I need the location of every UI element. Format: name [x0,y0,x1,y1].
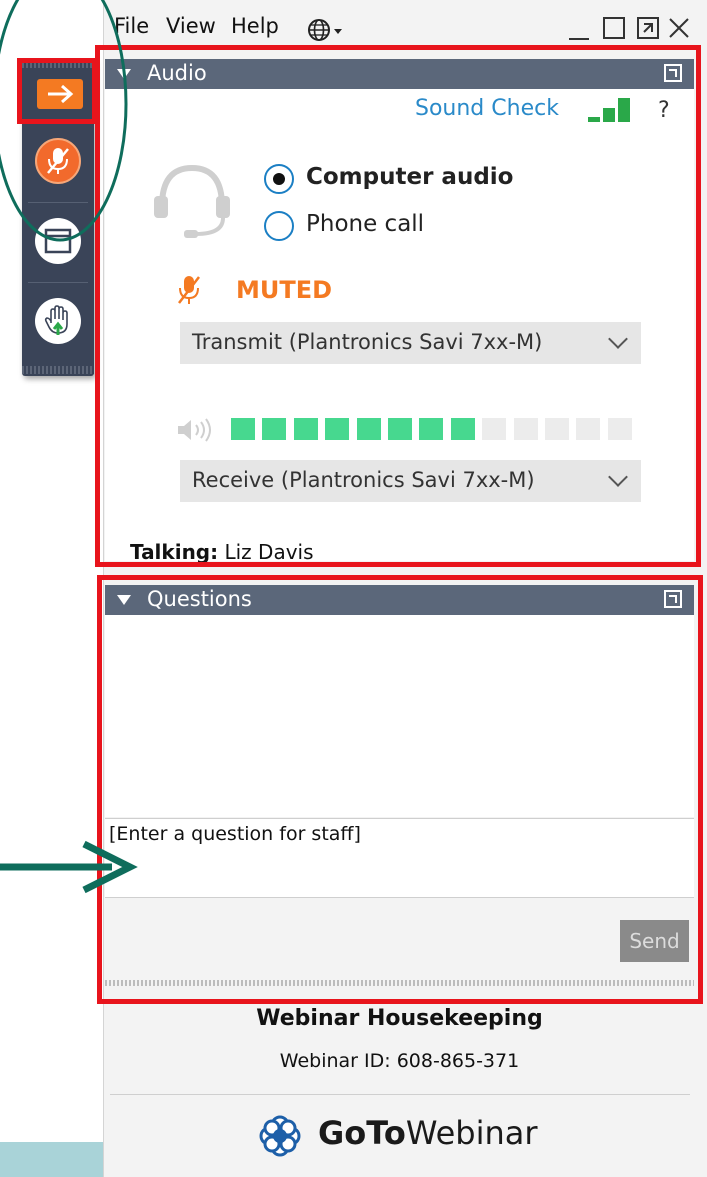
toolbar-grip-bottom[interactable] [22,366,94,374]
close-icon[interactable] [668,17,690,39]
callout-arrow [0,840,138,894]
footer-divider [110,1094,690,1095]
brand-rest: Webinar [405,1114,538,1152]
webinar-id: Webinar ID: 608-865-371 [279,1050,520,1072]
gotowebinar-wordmark: GoToWebinar [318,1114,538,1152]
maximize-icon[interactable] [603,17,625,39]
popout-icon[interactable] [637,17,659,39]
background-strip [0,1142,104,1177]
minimize-icon[interactable] [569,20,591,40]
callout-ellipse [0,0,128,242]
raise-hand-icon [44,305,68,335]
raise-hand-button[interactable] [35,298,81,344]
brand-bold: GoTo [318,1114,406,1152]
questions-highlight-box [97,575,703,1004]
gotowebinar-logo-icon [258,1114,302,1158]
toolbar-divider [28,282,88,283]
menu-view[interactable]: View [166,14,216,38]
webinar-title: Webinar Housekeeping [256,1006,543,1031]
audio-highlight-box [95,45,701,567]
globe-icon [308,19,342,41]
menu-help[interactable]: Help [231,14,279,38]
language-menu[interactable] [306,16,344,44]
